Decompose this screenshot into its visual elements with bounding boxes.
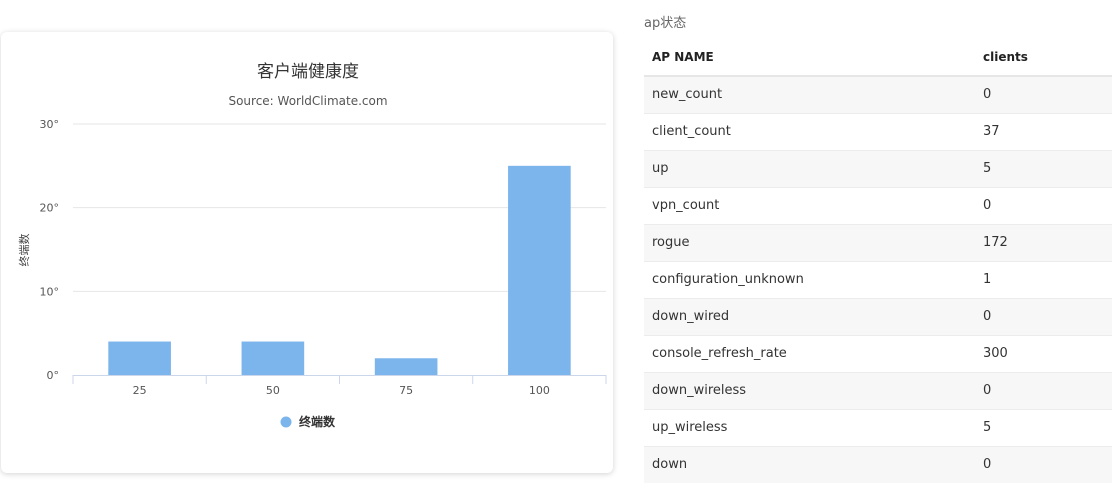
ap-name-cell: up_wireless bbox=[644, 408, 975, 446]
ap-name-cell: client_count bbox=[644, 112, 975, 150]
legend[interactable]: 终端数 bbox=[280, 414, 337, 429]
ap-name-cell: vpn_count bbox=[644, 186, 975, 224]
ap-name-cell: console_refresh_rate bbox=[644, 334, 975, 372]
chart-title: 客户端健康度 bbox=[257, 62, 359, 82]
clients-cell: 0 bbox=[975, 75, 1112, 113]
table-row[interactable]: client_count 37 bbox=[644, 112, 1112, 150]
table-title: ap状态 bbox=[644, 16, 687, 31]
table-row[interactable]: rogue 172 bbox=[644, 223, 1112, 261]
column-header-ap-name: AP NAME bbox=[644, 38, 975, 77]
clients-cell: 5 bbox=[975, 408, 1112, 446]
ap-name-cell: up bbox=[644, 149, 975, 187]
x-tick-label: 75 bbox=[399, 384, 413, 397]
legend-marker bbox=[280, 416, 292, 428]
y-tick-label: 0° bbox=[47, 369, 60, 382]
table-row[interactable]: down 0 bbox=[644, 445, 1112, 483]
client-health-chart: 客户端健康度 Source: WorldClimate.com 0° 10° 20°… bbox=[17, 62, 607, 429]
chart-card: 客户端健康度 Source: WorldClimate.com 0° 10° 20°… bbox=[1, 32, 613, 473]
table-row[interactable]: up 5 bbox=[644, 149, 1112, 187]
bar[interactable] bbox=[241, 341, 305, 375]
x-tick-label: 25 bbox=[133, 384, 147, 397]
chart-subtitle: Source: WorldClimate.com bbox=[228, 94, 387, 108]
clients-cell: 1 bbox=[975, 260, 1112, 298]
table-row[interactable]: vpn_count 0 bbox=[644, 186, 1112, 224]
y-tick-label: 20° bbox=[40, 202, 60, 215]
ap-status-table: AP NAME clients new_count 0 client_count 37… bbox=[644, 38, 1112, 483]
table-row[interactable]: down_wireless 0 bbox=[644, 371, 1112, 409]
table-body: new_count 0 client_count 37 up 5 vpn_count 0 rog… bbox=[644, 75, 1112, 483]
clients-cell: 0 bbox=[975, 445, 1112, 483]
table-row[interactable]: down_wired 0 bbox=[644, 297, 1112, 335]
bar[interactable] bbox=[374, 358, 438, 375]
x-tick-label: 100 bbox=[529, 384, 550, 397]
bar[interactable] bbox=[108, 341, 171, 375]
ap-name-cell: down bbox=[644, 445, 975, 483]
bar[interactable] bbox=[508, 165, 571, 375]
y-tick-label: 30° bbox=[40, 118, 60, 131]
y-tick-label: 10° bbox=[40, 285, 60, 298]
table-row[interactable]: new_count 0 bbox=[644, 75, 1112, 113]
bars bbox=[108, 165, 571, 375]
y-axis-ticks: 0° 10° 20° 30° bbox=[40, 118, 60, 382]
column-header-clients: clients bbox=[975, 38, 1112, 77]
clients-cell: 172 bbox=[975, 223, 1112, 261]
table-row[interactable]: configuration_unknown 1 bbox=[644, 260, 1112, 298]
clients-cell: 0 bbox=[975, 297, 1112, 335]
ap-name-cell: configuration_unknown bbox=[644, 260, 975, 298]
table-row[interactable]: up_wireless 5 bbox=[644, 408, 1112, 446]
ap-name-cell: down_wireless bbox=[644, 371, 975, 409]
ap-name-cell: rogue bbox=[644, 223, 975, 261]
table-header-row: AP NAME clients bbox=[644, 38, 1112, 77]
ap-name-cell: down_wired bbox=[644, 297, 975, 335]
clients-cell: 0 bbox=[975, 186, 1112, 224]
ap-name-cell: new_count bbox=[644, 75, 975, 113]
clients-cell: 5 bbox=[975, 149, 1112, 187]
x-tick-label: 50 bbox=[266, 384, 280, 397]
clients-cell: 300 bbox=[975, 334, 1112, 372]
clients-cell: 37 bbox=[975, 112, 1112, 150]
table-row[interactable]: console_refresh_rate 300 bbox=[644, 334, 1112, 372]
clients-cell: 0 bbox=[975, 371, 1112, 409]
y-axis-title: 终端数 bbox=[17, 234, 31, 267]
x-axis: 25 50 75 100 bbox=[72, 375, 607, 397]
legend-label[interactable]: 终端数 bbox=[299, 414, 336, 429]
